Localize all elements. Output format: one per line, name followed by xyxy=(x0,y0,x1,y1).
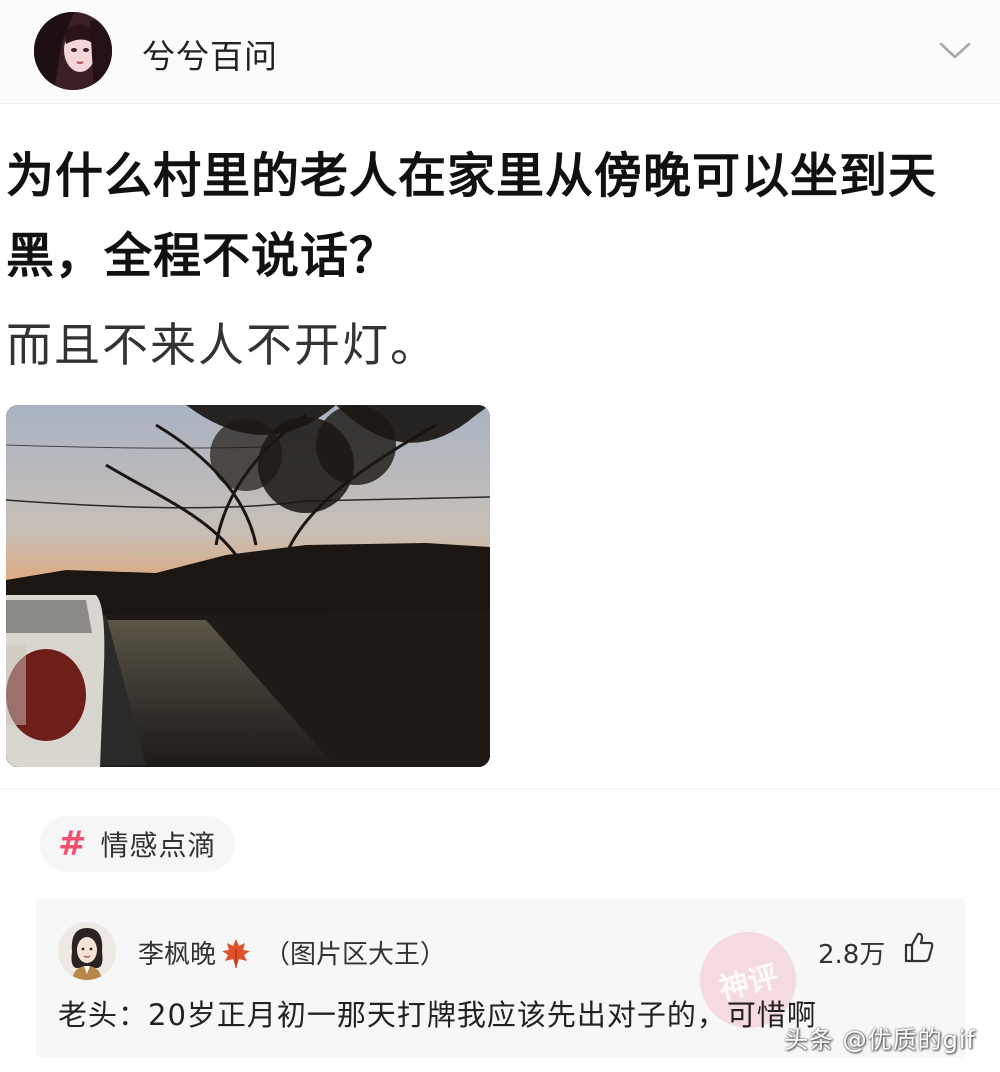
commenter-avatar[interactable] xyxy=(58,922,116,980)
topic-tag-label: 情感点滴 xyxy=(100,829,217,862)
dusk-village-photo xyxy=(6,405,490,767)
chevron-down-icon[interactable] xyxy=(937,38,973,62)
user-avatar-icon xyxy=(34,12,112,90)
source-watermark: 头条 @优质的gif xyxy=(784,1026,976,1054)
comment-text: 老头：20岁正月初一那天打牌我应该先出对子的，可惜啊 xyxy=(58,998,817,1032)
maple-leaf-icon xyxy=(222,938,251,968)
hashtag-icon: # xyxy=(58,824,87,864)
topic-tag[interactable]: # 情感点滴 xyxy=(40,816,235,872)
commenter-tag: （图片区大王） xyxy=(264,940,447,970)
commenter-avatar-icon xyxy=(58,922,116,980)
commenter-name-row[interactable]: 李枫晚 （图片区大王） xyxy=(138,934,446,971)
author-avatar[interactable] xyxy=(34,12,112,90)
commenter-name[interactable]: 李枫晚 xyxy=(138,934,216,971)
like-count: 2.8万 xyxy=(818,940,886,970)
post-title: 为什么村里的老人在家里从傍晚可以坐到天黑，全程不说话？ xyxy=(6,148,938,284)
author-name[interactable]: 兮兮百问 xyxy=(142,30,278,78)
post-subtitle: 而且不来人不开灯。 xyxy=(6,318,438,372)
post-header: 兮兮百问 xyxy=(0,0,1000,104)
thumbs-up-icon[interactable] xyxy=(902,930,936,964)
section-divider xyxy=(0,788,1000,789)
post-image[interactable] xyxy=(6,405,490,767)
